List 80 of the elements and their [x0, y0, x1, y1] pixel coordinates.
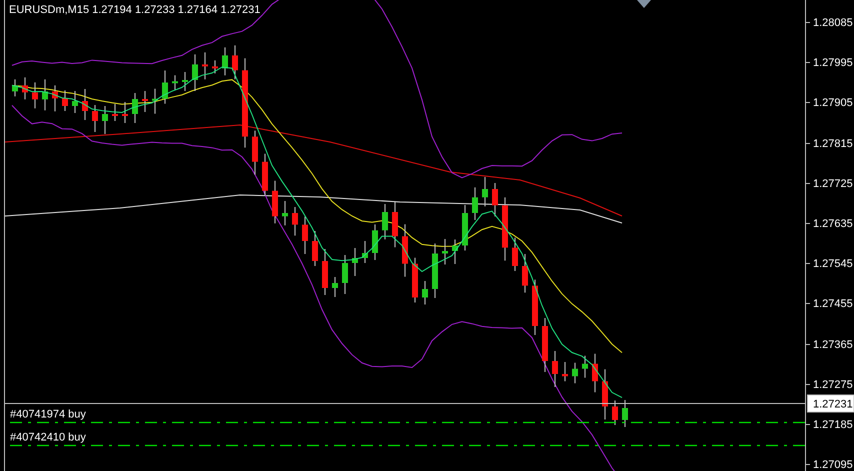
candlestick — [142, 90, 148, 112]
candlestick — [32, 82, 38, 109]
candlestick — [232, 44, 238, 80]
candlestick — [622, 400, 628, 428]
candlestick — [152, 88, 158, 114]
candlestick — [592, 353, 598, 393]
price-label: 1.27635 — [813, 218, 853, 230]
candlestick — [332, 276, 338, 298]
candlestick — [462, 204, 468, 251]
candlestick — [292, 206, 298, 236]
candlestick — [52, 84, 58, 112]
candlestick — [272, 180, 278, 224]
candlestick — [602, 368, 608, 420]
candlestick — [102, 106, 108, 134]
candlestick — [392, 202, 398, 248]
price-label: 1.27905 — [813, 97, 853, 109]
candlestick — [192, 54, 198, 92]
price-label: 1.27455 — [813, 298, 853, 310]
candlestick — [162, 70, 168, 104]
candlestick — [322, 248, 328, 296]
candlestick — [542, 318, 548, 372]
price-label: 1.27365 — [813, 339, 853, 351]
candlestick — [202, 52, 208, 80]
candlestick — [362, 240, 368, 264]
candlestick — [92, 104, 98, 132]
candlestick — [512, 237, 518, 272]
candlestick — [252, 130, 258, 176]
candlestick — [82, 88, 88, 120]
candlestick — [282, 200, 288, 226]
current-price-tag: 1.27231 — [807, 394, 854, 412]
order-line[interactable] — [10, 444, 805, 446]
candlestick — [502, 196, 508, 262]
candlestick — [312, 230, 318, 266]
price-label: 1.27545 — [813, 258, 853, 270]
candlestick — [132, 92, 138, 124]
candlestick — [612, 400, 618, 426]
candlestick — [472, 186, 478, 220]
candlestick — [562, 362, 568, 382]
candlestick — [182, 72, 188, 92]
candlestick — [342, 254, 348, 294]
price-label: 1.28085 — [813, 17, 853, 29]
scroll-marker-icon[interactable] — [637, 0, 651, 8]
candlestick — [22, 76, 28, 100]
order-label: #40741974 buy — [10, 408, 86, 420]
candlestick — [402, 224, 408, 278]
candlestick — [452, 239, 458, 264]
price-label: 1.27725 — [813, 178, 853, 190]
candlestick — [482, 176, 488, 207]
candlestick — [12, 78, 18, 97]
candlestick — [382, 204, 388, 240]
candlestick — [492, 182, 498, 217]
candlestick — [412, 257, 418, 303]
price-label: 1.27995 — [813, 57, 853, 69]
order-label: #40742410 buy — [10, 432, 86, 444]
candlestick — [352, 248, 358, 276]
price-label: 1.27185 — [813, 419, 853, 431]
candlestick — [222, 46, 228, 76]
candlestick — [372, 224, 378, 260]
price-label: 1.27095 — [813, 459, 853, 471]
candlestick — [262, 153, 268, 196]
candlestick — [432, 243, 438, 298]
candlestick — [62, 90, 68, 112]
price-label: 1.27275 — [813, 379, 853, 391]
candlestick — [42, 78, 48, 111]
candlestick — [172, 74, 178, 91]
candlestick — [302, 216, 308, 254]
candlestick — [572, 362, 578, 384]
candlestick — [552, 350, 558, 388]
candlestick — [212, 60, 218, 74]
order-line[interactable] — [10, 422, 805, 424]
chart-header: EURUSDm,M15 1.27194 1.27233 1.27164 1.27231 — [9, 4, 260, 16]
candlestick — [122, 102, 128, 124]
candlestick — [582, 355, 588, 378]
candlestick — [532, 279, 538, 336]
candlestick — [422, 280, 428, 305]
candlestick — [72, 90, 78, 114]
candlestick — [442, 238, 448, 265]
candlestick — [522, 254, 528, 294]
candlestick — [112, 104, 118, 122]
price-label: 1.27815 — [813, 138, 853, 150]
